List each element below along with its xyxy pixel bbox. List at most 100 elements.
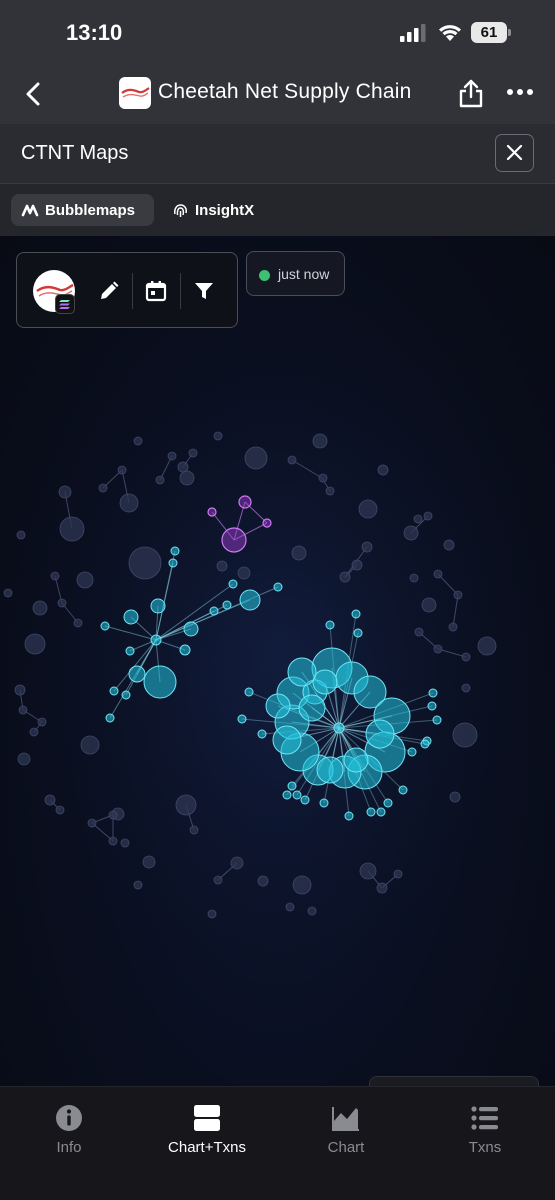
holder-bubble[interactable] xyxy=(87,818,97,828)
holder-bubble[interactable] xyxy=(133,436,143,446)
panel-peek-handle[interactable] xyxy=(369,1076,539,1086)
holder-bubble[interactable] xyxy=(57,598,67,608)
holder-bubble[interactable] xyxy=(351,609,361,619)
holder-bubble[interactable] xyxy=(316,756,344,784)
holder-bubble[interactable] xyxy=(29,727,39,737)
holder-bubble[interactable] xyxy=(18,705,28,715)
holder-bubble[interactable] xyxy=(117,465,127,475)
edit-pencil-icon[interactable] xyxy=(97,279,121,303)
holder-bubble[interactable] xyxy=(461,652,471,662)
holder-bubble[interactable] xyxy=(376,882,388,894)
tab-txns[interactable]: Txns xyxy=(425,1103,545,1156)
share-icon[interactable] xyxy=(457,78,485,108)
holder-bubble[interactable] xyxy=(228,579,238,589)
back-chevron-icon[interactable] xyxy=(20,80,48,108)
holder-bubble[interactable] xyxy=(257,875,269,887)
holder-bubble[interactable] xyxy=(398,785,408,795)
holder-bubble[interactable] xyxy=(325,620,335,630)
holder-bubble[interactable] xyxy=(339,571,351,583)
holder-bubble[interactable] xyxy=(428,688,438,698)
holder-bubble[interactable] xyxy=(383,798,393,808)
holder-bubble[interactable] xyxy=(179,644,191,656)
holder-bubble[interactable] xyxy=(3,588,13,598)
holder-bubble[interactable] xyxy=(325,486,335,496)
holder-bubble[interactable] xyxy=(353,628,363,638)
close-button[interactable] xyxy=(495,134,534,172)
holder-bubble[interactable] xyxy=(414,627,424,637)
holder-bubble[interactable] xyxy=(272,725,302,755)
holder-bubble[interactable] xyxy=(175,794,197,816)
holder-bubble[interactable] xyxy=(239,589,261,611)
holder-bubble[interactable] xyxy=(238,495,252,509)
holder-bubble[interactable] xyxy=(365,719,395,749)
holder-bubble[interactable] xyxy=(216,560,228,572)
holder-bubble[interactable] xyxy=(105,713,115,723)
holder-bubble[interactable] xyxy=(73,618,83,628)
holder-bubble[interactable] xyxy=(452,722,478,748)
holder-bubble[interactable] xyxy=(423,511,433,521)
holder-bubble[interactable] xyxy=(407,747,417,757)
holder-bubble[interactable] xyxy=(287,781,297,791)
holder-bubble[interactable] xyxy=(167,451,177,461)
tab-info[interactable]: Info xyxy=(9,1103,129,1156)
holder-bubble[interactable] xyxy=(17,752,31,766)
tab-chart[interactable]: Chart xyxy=(286,1103,406,1156)
holder-bubble[interactable] xyxy=(150,598,166,614)
holder-bubble[interactable] xyxy=(108,810,118,820)
holder-bubble[interactable] xyxy=(358,499,378,519)
holder-bubble[interactable] xyxy=(300,795,310,805)
holder-bubble[interactable] xyxy=(120,838,130,848)
holder-bubble[interactable] xyxy=(453,590,463,600)
holder-bubble[interactable] xyxy=(377,464,389,476)
holder-bubble[interactable] xyxy=(333,722,345,734)
holder-bubble[interactable] xyxy=(433,644,443,654)
holder-bubble[interactable] xyxy=(44,794,56,806)
holder-bubble[interactable] xyxy=(143,665,177,699)
holder-bubble[interactable] xyxy=(265,693,291,719)
holder-bubble[interactable] xyxy=(366,807,376,817)
holder-bubble[interactable] xyxy=(155,475,165,485)
holder-bubble[interactable] xyxy=(230,856,244,870)
calendar-icon[interactable] xyxy=(144,279,168,303)
holder-bubble[interactable] xyxy=(121,690,131,700)
holder-bubble[interactable] xyxy=(128,546,162,580)
more-options-icon[interactable] xyxy=(506,82,534,102)
tab-insightx[interactable]: InsightX xyxy=(162,194,274,226)
holder-bubble[interactable] xyxy=(76,571,94,589)
holder-bubble[interactable] xyxy=(16,530,26,540)
holder-bubble[interactable] xyxy=(108,836,118,846)
holder-bubble[interactable] xyxy=(55,805,65,815)
holder-bubble[interactable] xyxy=(168,558,178,568)
holder-bubble[interactable] xyxy=(292,790,302,800)
holder-bubble[interactable] xyxy=(213,431,223,441)
holder-bubble[interactable] xyxy=(433,569,443,579)
holder-bubble[interactable] xyxy=(318,473,328,483)
bubble-map[interactable]: just now xyxy=(0,236,555,1086)
holder-bubble[interactable] xyxy=(312,669,338,695)
holder-bubble[interactable] xyxy=(100,621,110,631)
holder-bubble[interactable] xyxy=(14,684,26,696)
holder-bubble[interactable] xyxy=(128,665,146,683)
holder-bubble[interactable] xyxy=(123,609,139,625)
holder-bubble[interactable] xyxy=(420,739,430,749)
holder-bubble[interactable] xyxy=(237,566,251,580)
holder-bubble[interactable] xyxy=(413,514,423,524)
holder-bubble[interactable] xyxy=(343,747,369,773)
holder-bubble[interactable] xyxy=(262,518,272,528)
holder-bubble[interactable] xyxy=(409,573,419,583)
holder-bubble[interactable] xyxy=(188,448,198,458)
holder-bubble[interactable] xyxy=(376,807,386,817)
holder-bubble[interactable] xyxy=(443,539,455,551)
holder-bubble[interactable] xyxy=(461,683,471,693)
holder-bubble[interactable] xyxy=(50,571,60,581)
holder-bubble[interactable] xyxy=(109,686,119,696)
holder-bubble[interactable] xyxy=(150,634,162,646)
holder-bubble[interactable] xyxy=(80,735,100,755)
holder-bubble[interactable] xyxy=(119,493,139,513)
holder-bubble[interactable] xyxy=(244,687,254,697)
holder-bubble[interactable] xyxy=(207,507,217,517)
bubble-graph[interactable] xyxy=(0,236,555,1086)
holder-bubble[interactable] xyxy=(183,621,199,637)
holder-bubble[interactable] xyxy=(449,791,461,803)
holder-bubble[interactable] xyxy=(58,485,72,499)
